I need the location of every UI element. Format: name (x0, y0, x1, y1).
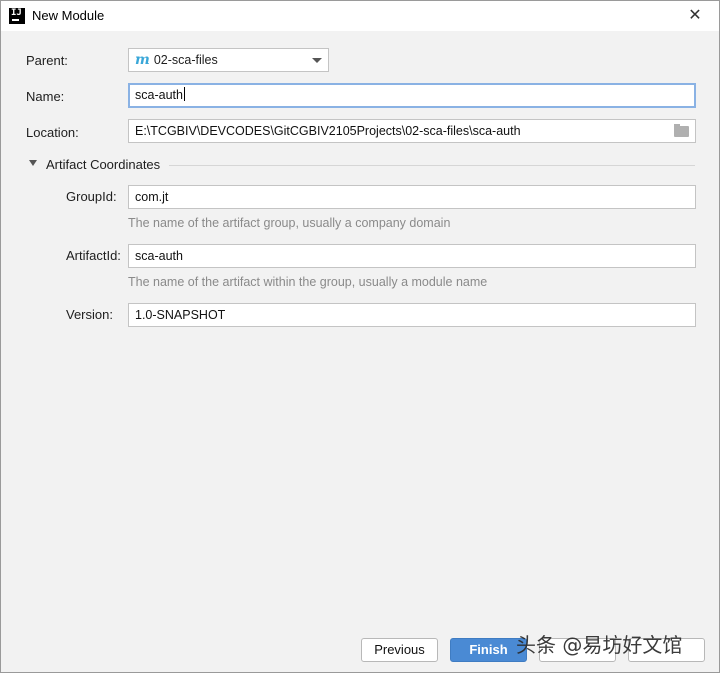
parent-value: 02-sca-files (153, 53, 218, 67)
version-label: Version: (66, 307, 113, 322)
parent-dropdown[interactable]: m 02-sca-files (128, 48, 329, 72)
new-module-dialog: IJ New Module ✕ Parent: m 02-sca-files Na… (0, 0, 720, 673)
artifactid-hint: The name of the artifact within the grou… (128, 275, 488, 289)
location-value: E:\TCGBIV\DEVCODES\GitCGBIV2105Projects\… (135, 124, 521, 138)
location-input[interactable]: E:\TCGBIV\DEVCODES\GitCGBIV2105Projects\… (128, 119, 696, 143)
parent-label: Parent: (26, 53, 68, 68)
text-caret (183, 87, 185, 101)
artifactid-label: ArtifactId: (66, 248, 121, 263)
previous-button[interactable]: Previous (361, 638, 438, 662)
version-input[interactable]: 1.0-SNAPSHOT (128, 303, 696, 327)
watermark-text: 头条 @易坊好文馆 (516, 633, 683, 657)
intellij-icon: IJ (9, 8, 25, 24)
dialog-title: New Module (32, 8, 105, 23)
folder-icon[interactable] (674, 124, 689, 137)
groupid-label: GroupId: (66, 189, 117, 204)
maven-module-icon: m (135, 52, 150, 68)
location-label: Location: (26, 125, 79, 140)
section-divider (169, 165, 695, 166)
title-bar: IJ New Module ✕ (1, 1, 719, 31)
artifactid-input[interactable]: sca-auth (128, 244, 696, 268)
collapse-arrow-icon[interactable] (29, 160, 37, 166)
name-input[interactable]: sca-auth (128, 83, 696, 108)
artifact-section-title[interactable]: Artifact Coordinates (46, 157, 160, 172)
groupid-hint: The name of the artifact group, usually … (128, 216, 451, 230)
name-value: sca-auth (135, 88, 183, 102)
version-value: 1.0-SNAPSHOT (135, 308, 226, 322)
close-icon[interactable]: ✕ (685, 6, 705, 26)
groupid-value: com.jt (135, 190, 169, 204)
name-label: Name: (26, 89, 65, 104)
chevron-down-icon (312, 58, 322, 63)
groupid-input[interactable]: com.jt (128, 185, 696, 209)
artifactid-value: sca-auth (135, 249, 183, 263)
